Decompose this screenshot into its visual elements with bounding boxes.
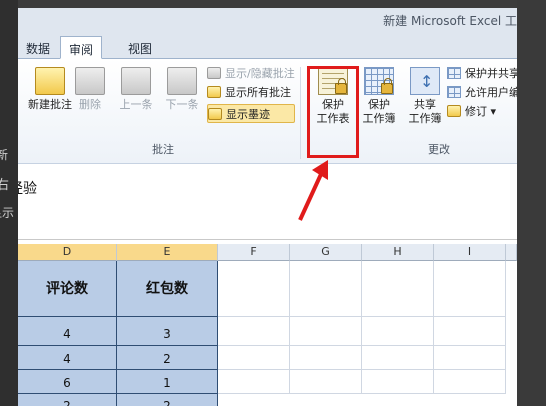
show-ink-button[interactable]: 显示墨迹	[207, 104, 295, 123]
empty-cell[interactable]	[362, 261, 434, 317]
column-header-next[interactable]	[506, 244, 517, 261]
share-workbook-icon	[410, 67, 440, 95]
ribbon-tabs: 数据 审阅 视图	[18, 30, 517, 59]
tab-view[interactable]: 视图	[120, 36, 160, 59]
right-edge	[517, 0, 546, 406]
delete-comment-icon	[75, 67, 105, 95]
show-all-comments-icon	[207, 86, 221, 98]
column-header-d[interactable]: D	[18, 244, 117, 261]
empty-cell[interactable]	[434, 261, 506, 317]
new-comment-label: 新建批注	[28, 98, 72, 111]
comment-options: 显示/隐藏批注 显示所有批注 显示墨迹	[207, 64, 295, 123]
new-comment-icon	[35, 67, 65, 95]
table-cell[interactable]: 4	[18, 317, 117, 346]
show-ink-label: 显示墨迹	[226, 108, 270, 121]
show-ink-icon	[208, 108, 222, 120]
track-changes-icon	[447, 105, 461, 117]
window-title: 新建 Microsoft Excel 工	[383, 14, 517, 28]
allow-users-edit-button[interactable]: 允许用户编	[447, 83, 517, 102]
protect-workbook-label-1: 保护	[368, 98, 390, 111]
left-fragment-1: 新	[0, 148, 9, 162]
excel-window: 新建 Microsoft Excel 工 数据 审阅 视图 新建批注 删除 上一…	[18, 8, 517, 406]
column-header-e[interactable]: E	[117, 244, 218, 261]
title-bar: 新建 Microsoft Excel 工	[18, 8, 517, 30]
empty-cell[interactable]	[434, 370, 506, 394]
protect-workbook-label-2: 工作簿	[362, 112, 396, 125]
empty-cell[interactable]	[362, 346, 434, 370]
left-fragment-2: 右	[0, 178, 10, 193]
protect-and-share-button[interactable]: 保护并共享	[447, 64, 517, 83]
protect-and-share-label: 保护并共享	[465, 67, 517, 80]
show-hide-comment-icon	[207, 67, 221, 79]
table-cell[interactable]: 1	[117, 370, 218, 394]
share-workbook-label-2: 工作簿	[408, 112, 442, 125]
empty-cell[interactable]	[434, 317, 506, 346]
left-edge: 新 右 显示	[0, 0, 18, 406]
empty-cell[interactable]	[362, 317, 434, 346]
empty-cell[interactable]	[218, 346, 290, 370]
next-comment-button[interactable]: 下一条	[160, 65, 204, 127]
column-header-g[interactable]: G	[290, 244, 362, 261]
delete-comment-label: 删除	[79, 98, 101, 111]
empty-cell[interactable]	[218, 317, 290, 346]
screenshot-frame: 新 右 显示 新建 Microsoft Excel 工 数据 审阅 视图 新建批…	[0, 0, 546, 406]
empty-cell[interactable]	[434, 346, 506, 370]
empty-cell[interactable]	[290, 370, 362, 394]
protect-sheet-highlight-box	[307, 66, 359, 158]
table-cell[interactable]: 2	[117, 346, 218, 370]
delete-comment-button[interactable]: 删除	[70, 65, 110, 127]
comment-text-area: 经验	[18, 165, 517, 240]
share-workbook-label-1: 共享	[414, 98, 436, 111]
lock-icon	[381, 78, 393, 94]
empty-cell[interactable]	[290, 261, 362, 317]
formula-text: 经验	[18, 181, 37, 197]
show-all-comments-label: 显示所有批注	[225, 86, 291, 99]
previous-comment-icon	[121, 67, 151, 95]
empty-cell[interactable]	[290, 317, 362, 346]
group-separator	[300, 67, 301, 159]
changes-group-label: 更改	[428, 143, 450, 156]
protect-workbook-icon	[364, 67, 394, 95]
header-cell-comments[interactable]: 评论数	[18, 261, 117, 317]
table-cell[interactable]: 2	[117, 394, 218, 406]
allow-users-edit-icon	[447, 86, 461, 98]
empty-cell[interactable]	[290, 346, 362, 370]
show-hide-comment-button[interactable]: 显示/隐藏批注	[207, 64, 295, 83]
change-options: 保护并共享 允许用户编 修订 ▾	[447, 64, 517, 121]
empty-cell[interactable]	[218, 370, 290, 394]
track-changes-label: 修订 ▾	[465, 105, 497, 118]
allow-users-edit-label: 允许用户编	[465, 86, 517, 99]
table-cell[interactable]: 2	[18, 394, 117, 406]
column-header-h[interactable]: H	[362, 244, 434, 261]
tab-data[interactable]: 数据	[18, 36, 58, 59]
column-header-i[interactable]: I	[434, 244, 506, 261]
red-arrow-icon	[298, 160, 328, 221]
next-comment-label: 下一条	[165, 98, 199, 111]
left-fragment-3: 显示	[0, 206, 15, 220]
previous-comment-label: 上一条	[119, 98, 153, 111]
empty-cell[interactable]	[362, 370, 434, 394]
protect-workbook-button[interactable]: 保护 工作簿	[355, 65, 403, 127]
comments-group-label: 批注	[152, 143, 174, 156]
table-cell[interactable]: 4	[18, 346, 117, 370]
table-cell[interactable]: 6	[18, 370, 117, 394]
share-workbook-button[interactable]: 共享 工作簿	[401, 65, 449, 127]
header-cell-red-packets[interactable]: 红包数	[117, 261, 218, 317]
empty-cell[interactable]	[218, 261, 290, 317]
next-comment-icon	[167, 67, 197, 95]
show-hide-comment-label: 显示/隐藏批注	[225, 67, 295, 80]
top-edge	[0, 0, 546, 8]
protect-and-share-icon	[447, 67, 461, 79]
new-comment-button[interactable]: 新建批注	[23, 65, 77, 127]
column-header-f[interactable]: F	[218, 244, 290, 261]
previous-comment-button[interactable]: 上一条	[114, 65, 158, 127]
tab-review[interactable]: 审阅	[60, 36, 103, 59]
review-ribbon: 新建批注 删除 上一条 下一条 显示/隐藏批注 显示所有批注 显示墨迹 批注 保…	[18, 59, 517, 164]
table-cell[interactable]: 3	[117, 317, 218, 346]
track-changes-button[interactable]: 修订 ▾	[447, 102, 517, 121]
show-all-comments-button[interactable]: 显示所有批注	[207, 83, 295, 102]
